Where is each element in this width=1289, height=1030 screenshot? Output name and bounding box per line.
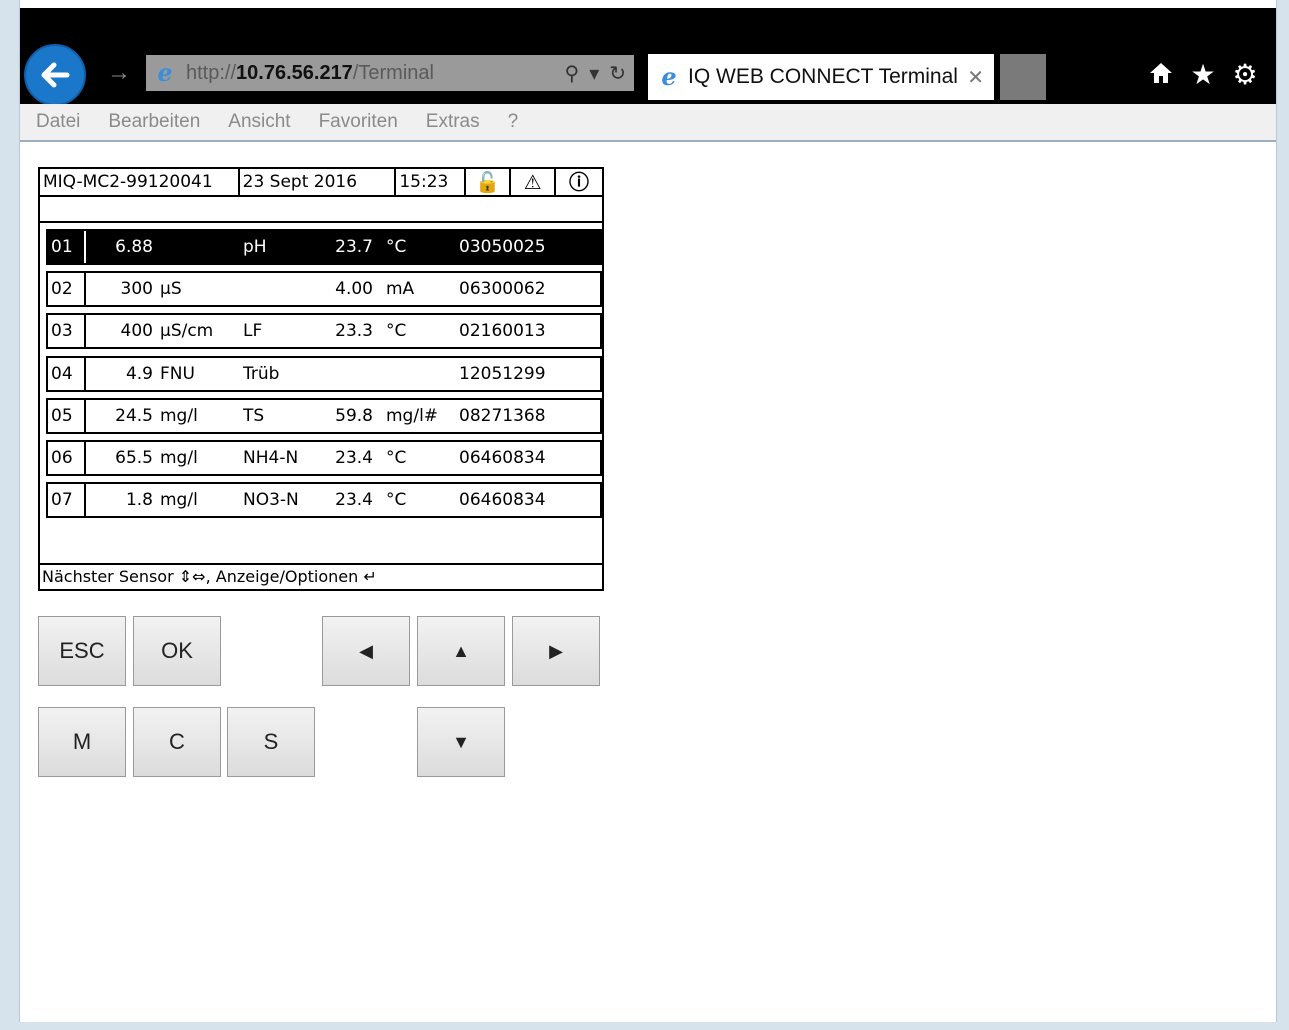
sensor-row[interactable]: 03 400 µS/cm LF 23.3 °C 02160013 — [46, 313, 602, 350]
sensor-unit: µS — [160, 279, 182, 300]
sensor-value: 400 — [120, 321, 153, 342]
left-arrow-button[interactable]: ◀ — [322, 616, 410, 686]
terminal-header: MIQ-MC2-99120041 23 Sept 2016 15:23 🔓 ⚠ … — [40, 169, 602, 197]
right-arrow-button[interactable]: ▶ — [512, 616, 600, 686]
ok-button[interactable]: OK — [133, 616, 221, 686]
sensor-secondary-unit: °C — [386, 490, 407, 511]
sensor-row[interactable]: 04 4.9 FNU Trüb 12051299 — [46, 355, 602, 392]
sensor-value: 1.8 — [125, 490, 153, 511]
back-button[interactable] — [24, 44, 86, 106]
sensor-secondary-unit: °C — [386, 447, 407, 468]
window-bottom-border — [0, 1022, 1289, 1030]
sensor-secondary-value: 59.8 — [335, 405, 373, 426]
sensor-secondary-unit: °C — [386, 237, 407, 257]
ie-logo-icon: e — [157, 58, 173, 87]
sensor-serial: 03050025 — [459, 237, 546, 257]
sensor-serial: 06460834 — [459, 447, 546, 468]
info-icon: ⓘ — [569, 170, 590, 194]
forward-arrow-icon[interactable]: → — [106, 60, 132, 86]
sensor-secondary-value: 4.00 — [335, 279, 373, 300]
tab-title: IQ WEB CONNECT Terminal — [688, 65, 958, 88]
sensor-value: 4.9 — [125, 363, 153, 384]
browser-titlebar: → e http://10.76.56.217/Terminal ⚲ ▾ ↻ e… — [20, 8, 1276, 106]
sensor-row[interactable]: 05 24.5 mg/l TS 59.8 mg/l# 08271368 — [46, 397, 602, 434]
menu-item-ansicht[interactable]: Ansicht — [228, 111, 290, 133]
sensor-value: 300 — [120, 279, 153, 300]
terminal-footer-hint: Nächster Sensor ⇕⇔, Anzeige/Optionen ↵ — [40, 563, 602, 589]
c-button[interactable]: C — [133, 707, 221, 777]
sensor-serial: 06460834 — [459, 490, 546, 511]
window-right-border — [1276, 0, 1289, 1030]
sensor-unit: µS/cm — [160, 321, 214, 342]
sensor-secondary-value: 23.4 — [335, 447, 373, 468]
s-button[interactable]: S — [227, 707, 315, 777]
lock-open-icon: 🔓 — [466, 169, 512, 195]
m-button[interactable]: M — [38, 707, 126, 777]
terminal-message-line — [40, 197, 602, 223]
new-tab-button[interactable] — [1000, 54, 1046, 100]
sensor-unit: FNU — [160, 363, 195, 384]
address-bar[interactable]: e http://10.76.56.217/Terminal ⚲ ▾ ↻ — [146, 55, 634, 91]
menu-item-favoriten[interactable]: Favoriten — [319, 111, 398, 133]
url-prefix: http:// — [186, 61, 237, 84]
window-left-border — [0, 0, 20, 1030]
sensor-list: 01 6.88 pH 23.7 °C 03050025 02 300 µS 4.00 mA 06300… — [46, 229, 602, 524]
sensor-row[interactable]: 02 300 µS 4.00 mA 06300062 — [46, 271, 602, 308]
menu-item-datei[interactable]: Datei — [36, 111, 80, 133]
menu-item-help[interactable]: ? — [508, 111, 519, 133]
sensor-secondary-unit: mA — [386, 279, 415, 300]
url-path: /Terminal — [352, 61, 434, 84]
sensor-secondary-unit: mg/l# — [386, 405, 439, 426]
sensor-unit: mg/l — [160, 447, 198, 468]
sensor-parameter: Trüb — [243, 363, 280, 384]
sensor-value: 24.5 — [115, 405, 153, 426]
sensor-parameter: pH — [243, 237, 267, 257]
esc-button[interactable]: ESC — [38, 616, 126, 686]
sensor-secondary-value: 23.3 — [335, 321, 373, 342]
dropdown-icon[interactable]: ▾ — [589, 61, 599, 86]
sensor-value: 6.88 — [115, 237, 153, 257]
display-time: 15:23 — [396, 169, 467, 195]
url-host: 10.76.56.217 — [236, 61, 353, 84]
terminal-display: MIQ-MC2-99120041 23 Sept 2016 15:23 🔓 ⚠ … — [38, 167, 604, 591]
display-date: 23 Sept 2016 — [240, 169, 397, 195]
sensor-parameter: TS — [243, 405, 265, 426]
sensor-secondary-value: 23.7 — [335, 237, 373, 257]
ie-tab-icon: e — [661, 62, 677, 91]
device-id: MIQ-MC2-99120041 — [40, 169, 240, 195]
menu-item-bearbeiten[interactable]: Bearbeiten — [108, 111, 200, 133]
warning-icon: ⚠ — [511, 169, 557, 195]
back-arrow-icon — [41, 62, 70, 88]
sensor-serial: 08271368 — [459, 405, 546, 426]
close-tab-icon[interactable]: ✕ — [967, 65, 984, 90]
settings-gear-icon[interactable]: ⚙ — [1230, 60, 1260, 92]
menu-bar: Datei Bearbeiten Ansicht Favoriten Extra… — [20, 104, 1276, 142]
sensor-secondary-value: 23.4 — [335, 490, 373, 511]
menu-item-extras[interactable]: Extras — [426, 111, 480, 133]
sensor-value: 65.5 — [115, 447, 153, 468]
sensor-unit: mg/l — [160, 490, 198, 511]
sensor-serial: 06300062 — [459, 279, 546, 300]
sensor-secondary-unit: °C — [386, 321, 407, 342]
up-arrow-button[interactable]: ▲ — [417, 616, 505, 686]
url-text[interactable]: http://10.76.56.217/Terminal — [186, 62, 434, 85]
search-icon[interactable]: ⚲ — [565, 61, 580, 86]
refresh-icon[interactable]: ↻ — [609, 61, 626, 86]
window-top-edge — [0, 0, 1289, 8]
sensor-row[interactable]: 07 1.8 mg/l NO3-N 23.4 °C 06460834 — [46, 482, 602, 519]
home-shape — [1150, 63, 1172, 83]
sensor-row[interactable]: 06 65.5 mg/l NH4-N 23.4 °C 06460834 — [46, 439, 602, 476]
sensor-parameter: LF — [243, 321, 263, 342]
sensor-unit: mg/l — [160, 405, 198, 426]
favorites-icon[interactable]: ★ — [1188, 60, 1218, 92]
down-arrow-button[interactable]: ▼ — [417, 707, 505, 777]
sensor-serial: 02160013 — [459, 321, 546, 342]
tab-terminal[interactable]: e IQ WEB CONNECT Terminal ✕ — [648, 54, 994, 100]
home-icon[interactable] — [1146, 60, 1176, 92]
sensor-row[interactable]: 01 6.88 pH 23.7 °C 03050025 — [46, 229, 602, 265]
sensor-serial: 12051299 — [459, 363, 546, 384]
